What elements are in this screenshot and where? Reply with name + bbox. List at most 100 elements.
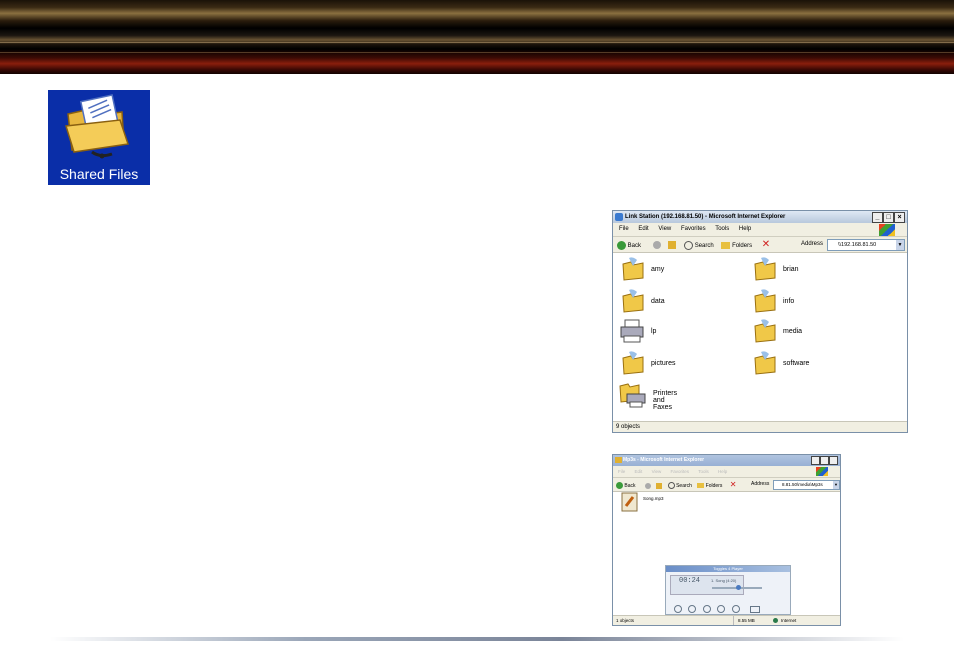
status-size: 8.55 MB xyxy=(733,616,755,625)
play-button[interactable] xyxy=(688,605,697,613)
item-label: software xyxy=(783,360,810,367)
shared-files-icon[interactable]: Shared Files xyxy=(48,90,150,185)
menu-file[interactable]: File xyxy=(619,226,629,232)
item-label: Song.mp3 xyxy=(643,496,664,501)
player-title: Toggles 4 Player xyxy=(666,566,790,572)
pause-button[interactable] xyxy=(702,605,711,613)
shared-folder-icon xyxy=(622,257,644,281)
folder-item-amy[interactable]: amy xyxy=(621,256,664,284)
folder-icon xyxy=(615,457,622,463)
player-display: 00:24 1. Song (4:20) xyxy=(670,575,744,595)
delete-icon[interactable]: ✕ xyxy=(762,239,770,250)
windows-logo-icon xyxy=(879,224,895,236)
menu-tools[interactable]: Tools xyxy=(715,226,729,232)
item-label: pictures xyxy=(651,360,676,367)
search-icon[interactable] xyxy=(667,482,675,490)
shared-folder-icon xyxy=(754,257,776,281)
status-text: 9 objects xyxy=(616,424,641,430)
close-button[interactable] xyxy=(829,456,838,465)
shared-folder-icon xyxy=(754,319,776,343)
chevron-down-icon[interactable]: ▼ xyxy=(896,240,904,250)
item-label: brian xyxy=(783,266,799,273)
next-button[interactable] xyxy=(731,605,740,613)
file-list: Song.mp3 Toggles 4 Player 00:24 1. Song … xyxy=(613,490,840,625)
address-label: Address xyxy=(801,241,824,247)
forward-icon[interactable] xyxy=(644,482,651,489)
printer-item-lp[interactable]: lp xyxy=(619,318,656,346)
address-input[interactable]: \\192.168.81.50 ▼ xyxy=(827,239,905,251)
back-button[interactable]: Back xyxy=(624,483,635,489)
menu-help[interactable]: Help xyxy=(739,226,751,232)
player-track: 1. Song (4:20) xyxy=(711,578,737,583)
menu-edit[interactable]: Edit xyxy=(635,469,643,474)
status-text: 1 objects xyxy=(616,618,635,623)
title-bar[interactable]: Link Station (192.168.81.50) - Microsoft… xyxy=(613,211,907,223)
toolbar: Back Search Folders ✕ Address \\192.168.… xyxy=(613,237,907,253)
banner-line xyxy=(0,52,954,53)
banner-line xyxy=(0,42,954,43)
volume-knob[interactable] xyxy=(736,585,741,590)
playback-controls xyxy=(674,600,784,625)
title-bar[interactable]: Mp3s - Microsoft Internet Explorer xyxy=(613,455,840,466)
maximize-button[interactable] xyxy=(820,456,829,465)
folder-item-software[interactable]: software xyxy=(753,350,809,378)
back-icon[interactable] xyxy=(617,240,626,250)
delete-icon[interactable]: ✕ xyxy=(730,480,737,489)
back-icon[interactable] xyxy=(616,482,623,490)
menu-help[interactable]: Help xyxy=(718,469,727,474)
chevron-down-icon[interactable]: ▼ xyxy=(833,481,839,489)
forward-icon[interactable] xyxy=(652,241,661,250)
folders-icon[interactable] xyxy=(721,241,731,249)
menu-favorites[interactable]: Favorites xyxy=(681,226,706,232)
up-folder-icon[interactable] xyxy=(656,482,663,489)
menu-file[interactable]: File xyxy=(618,469,625,474)
folder-item-brian[interactable]: brian xyxy=(753,256,799,284)
status-bar: 1 objects 8.55 MB Internet xyxy=(613,615,840,625)
menu-favorites[interactable]: Favorites xyxy=(671,469,690,474)
mp3s-window[interactable]: Mp3s - Microsoft Internet Explorer File … xyxy=(612,454,841,626)
search-button[interactable]: Search xyxy=(676,483,692,489)
folder-item-pictures[interactable]: pictures xyxy=(621,350,676,378)
item-label: Printers and Faxes xyxy=(653,390,678,411)
menu-edit[interactable]: Edit xyxy=(638,226,648,232)
close-button[interactable]: × xyxy=(894,212,905,223)
globe-icon xyxy=(773,618,778,623)
status-zone: Internet xyxy=(781,618,797,623)
address-input[interactable]: 8.81.50\media\Mp3s ▼ xyxy=(773,480,840,490)
shared-folder-icon xyxy=(622,351,644,375)
folders-icon[interactable] xyxy=(697,483,705,489)
header-banner xyxy=(0,0,954,74)
link-station-window[interactable]: Link Station (192.168.81.50) - Microsoft… xyxy=(612,210,908,433)
maximize-button[interactable]: □ xyxy=(883,212,894,223)
folder-item-info[interactable]: info xyxy=(753,288,794,316)
menu-view[interactable]: View xyxy=(652,469,662,474)
up-folder-icon[interactable] xyxy=(668,241,677,250)
file-list: amy brian data info lp media pictures so… xyxy=(613,252,907,422)
footer-divider xyxy=(50,637,904,641)
folder-icon xyxy=(65,94,129,159)
search-button[interactable]: Search xyxy=(695,243,714,249)
item-label: amy xyxy=(651,266,665,273)
item-label: media xyxy=(783,328,803,335)
minimize-button[interactable]: _ xyxy=(872,212,883,223)
eject-button[interactable] xyxy=(750,606,761,613)
printers-and-faxes-item[interactable]: Printers and Faxes xyxy=(619,380,677,411)
player-time: 00:24 xyxy=(679,577,701,585)
search-icon[interactable] xyxy=(684,240,694,250)
file-item-song[interactable]: Song.mp3 xyxy=(621,492,664,514)
folders-button[interactable]: Folders xyxy=(706,483,723,489)
mp3-file-icon xyxy=(621,492,638,512)
folder-item-data[interactable]: data xyxy=(621,288,665,316)
media-player[interactable]: Toggles 4 Player 00:24 1. Song (4:20) xyxy=(665,565,791,625)
status-bar: 9 objects xyxy=(613,421,907,432)
stop-button[interactable] xyxy=(717,605,726,613)
menu-bar: File Edit View Favorites Tools Help xyxy=(613,466,840,478)
folders-button[interactable]: Folders xyxy=(732,243,752,249)
back-button[interactable]: Back xyxy=(628,243,641,249)
minimize-button[interactable] xyxy=(811,456,820,465)
menu-view[interactable]: View xyxy=(658,226,671,232)
folder-item-media[interactable]: media xyxy=(753,318,802,346)
prev-button[interactable] xyxy=(674,605,682,613)
menu-tools[interactable]: Tools xyxy=(698,469,709,474)
ie-icon xyxy=(615,213,623,221)
